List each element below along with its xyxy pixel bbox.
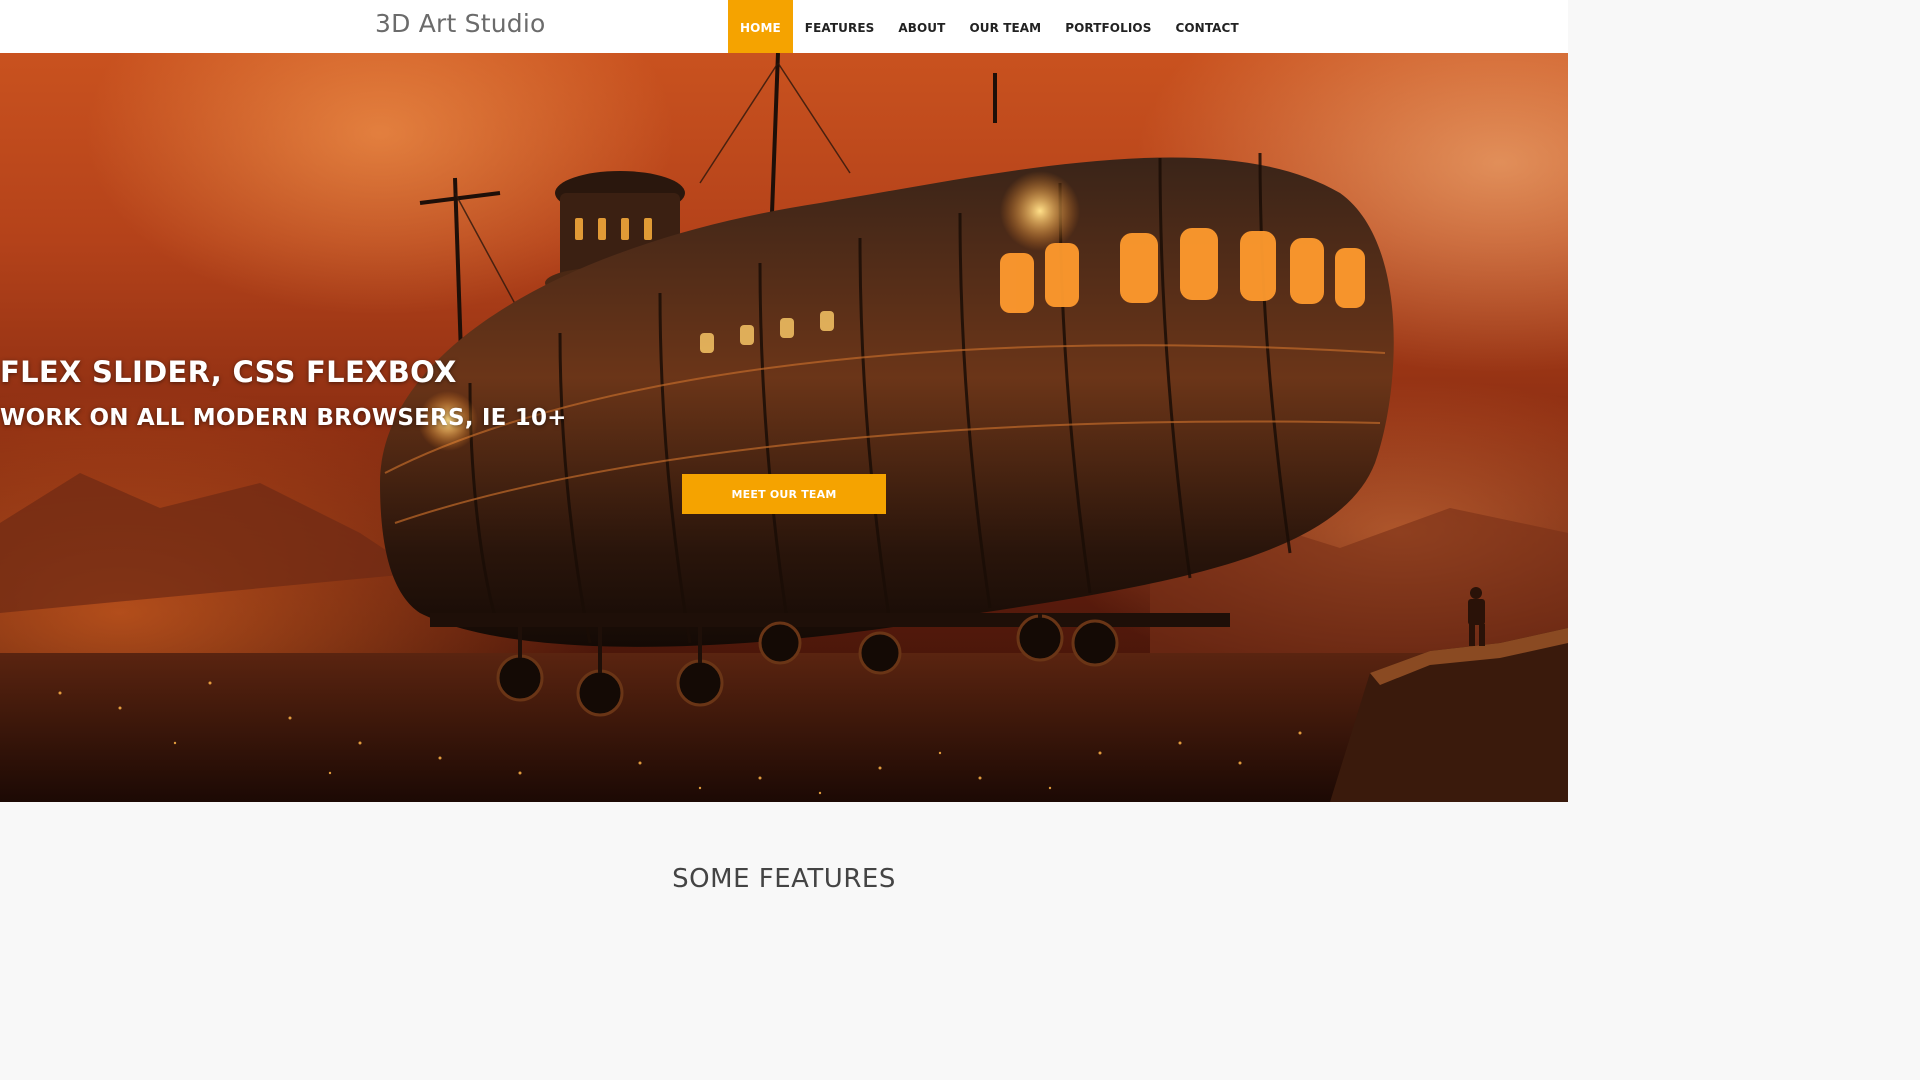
brand-logo[interactable]: 3D Art Studio [375,9,545,38]
hero-slider: FLEX SLIDER, CSS FLEXBOX WORK ON ALL MOD… [0,53,1568,802]
nav-item-our-team[interactable]: OUR TEAM [957,0,1053,53]
nav-item-about[interactable]: ABOUT [886,0,957,53]
main-nav: HOME FEATURES ABOUT OUR TEAM PORTFOLIOS … [728,0,1251,53]
nav-item-contact[interactable]: CONTACT [1163,0,1250,53]
features-section: SOME FEATURES [0,802,1568,894]
hero-title: FLEX SLIDER, CSS FLEXBOX [0,355,457,389]
nav-item-portfolios[interactable]: PORTFOLIOS [1053,0,1163,53]
hero-subtitle: WORK ON ALL MODERN BROWSERS, IE 10+ [0,405,567,431]
meet-our-team-button[interactable]: MEET OUR TEAM [682,474,886,514]
site-header: 3D Art Studio HOME FEATURES ABOUT OUR TE… [0,0,1568,53]
nav-item-home[interactable]: HOME [728,0,793,53]
nav-item-features[interactable]: FEATURES [793,0,887,53]
features-heading: SOME FEATURES [672,864,896,894]
